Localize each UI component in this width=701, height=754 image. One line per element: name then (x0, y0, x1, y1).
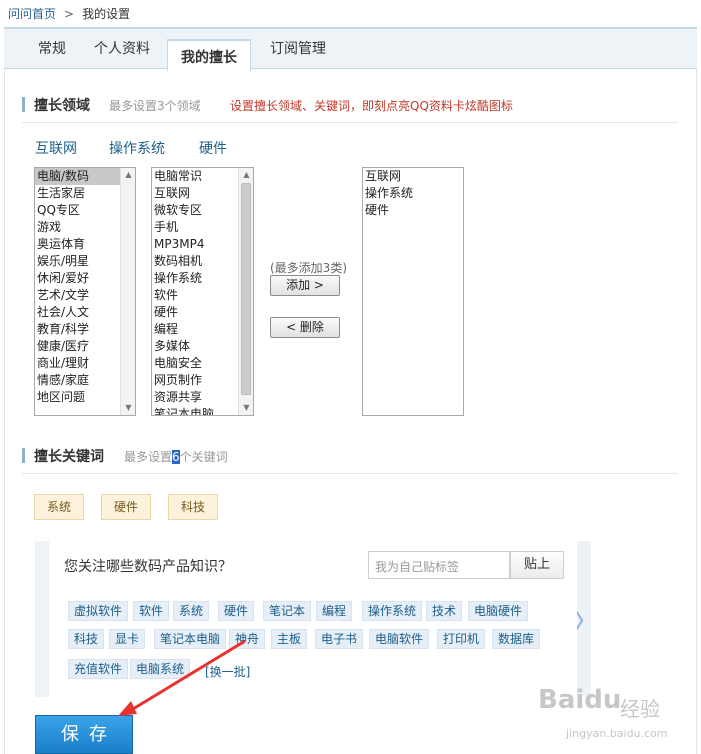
baidu-jingyan-watermark: Baidu 经验 jingyan.baidu.com (538, 683, 698, 749)
annotation-arrow (118, 639, 246, 716)
annotation-arrow-line (127, 639, 246, 714)
watermark-logo: Baidu (538, 685, 622, 715)
annotation-arrow-head (118, 701, 137, 716)
watermark-url: jingyan.baidu.com (566, 727, 668, 740)
watermark-text: 经验 (620, 697, 660, 721)
